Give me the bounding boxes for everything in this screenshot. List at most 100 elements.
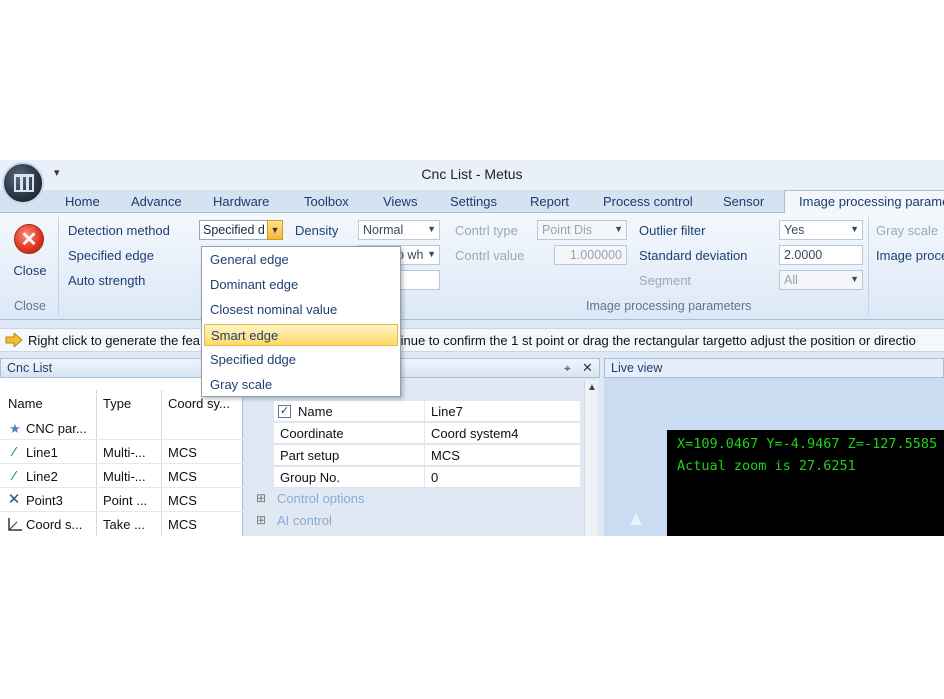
scroll-up-icon[interactable]: ▲	[587, 382, 597, 393]
group-ai-control[interactable]: AI control	[277, 513, 332, 528]
tab-toolbox[interactable]: Toolbox	[304, 194, 349, 209]
row-type: Point ...	[103, 493, 148, 508]
row-name: Line2	[26, 469, 58, 484]
chevron-down-icon: ▼	[614, 224, 623, 234]
segment-label: Segment	[639, 273, 692, 288]
row-divider	[0, 511, 243, 512]
hint-text-right: tinue to confirm the 1 st point or drag …	[397, 333, 916, 348]
arrow-right-icon	[5, 333, 23, 347]
detection-method-label: Detection method	[68, 223, 170, 238]
property-label-name: Name	[298, 404, 333, 419]
row-name: Line1	[26, 445, 58, 460]
specified-edge-label: Specified edge	[68, 248, 155, 263]
property-value-part-setup[interactable]: MCS	[425, 445, 580, 466]
row-divider	[0, 463, 243, 464]
row-coord: MCS	[168, 517, 197, 532]
ribbon-panel: ✕ Close Close Detection method Specified…	[0, 213, 944, 320]
row-name: Coord s...	[26, 517, 83, 532]
row-coord: MCS	[168, 445, 197, 460]
density-value: Normal	[363, 223, 404, 237]
pin-icon[interactable]: ⌖	[564, 361, 571, 376]
close-icon[interactable]: ✕	[582, 360, 593, 376]
dropdown-item-general-edge[interactable]: General edge	[204, 249, 398, 271]
tab-image-processing-parameters[interactable]: Image processing parame	[784, 190, 944, 214]
triangle-up-icon[interactable]: ▲	[626, 508, 646, 531]
close-button[interactable]: ✕ Close	[8, 221, 52, 287]
dropdown-item-gray-scale[interactable]: Gray scale	[204, 374, 398, 396]
tab-report[interactable]: Report	[530, 194, 569, 209]
row-type: Multi-...	[103, 445, 146, 460]
property-label-group-no: Group No.	[274, 467, 424, 488]
group-separator	[58, 217, 59, 315]
column-header-coord[interactable]: Coord sy...	[168, 396, 242, 411]
coord-system-icon	[8, 518, 22, 531]
column-header-name[interactable]: Name	[8, 396, 43, 411]
live-camera-view[interactable]: X=109.0467 Y=-4.9467 Z=-127.5585 Actual …	[667, 430, 944, 536]
property-value-group-no[interactable]: 0	[425, 467, 580, 488]
tab-process-control[interactable]: Process control	[603, 194, 693, 209]
contrl-type-value: Point Dis	[542, 223, 593, 237]
point-icon: ✕	[7, 491, 21, 508]
dropdown-item-dominant-edge[interactable]: Dominant edge	[204, 274, 398, 296]
segment-value: All	[784, 273, 798, 287]
star-icon: ★	[9, 421, 21, 436]
contrl-value-label: Contrl value	[455, 248, 525, 263]
group-separator	[868, 217, 869, 315]
row-name: CNC par...	[26, 421, 87, 436]
density-select[interactable]: Normal ▼	[358, 220, 440, 240]
row-divider	[0, 439, 243, 440]
standard-deviation-label: Standard deviation	[639, 248, 748, 263]
expand-icon[interactable]: ⊞	[256, 491, 266, 505]
segment-select[interactable]: All ▼	[779, 270, 863, 290]
property-value-coordinate[interactable]: Coord system4	[425, 423, 580, 444]
tab-home[interactable]: Home	[65, 194, 100, 209]
row-type: Take ...	[103, 517, 145, 532]
line-icon: ⁄	[12, 444, 16, 459]
column-header-type[interactable]: Type	[103, 396, 131, 411]
gray-scale-label: Gray scale	[876, 223, 939, 238]
tab-hardware[interactable]: Hardware	[213, 194, 269, 209]
application-window: ▾ Cnc List - Metus Home Advance Hardware…	[0, 160, 944, 536]
group-control-options[interactable]: Control options	[277, 491, 364, 506]
outlier-filter-select[interactable]: Yes ▼	[779, 220, 863, 240]
chevron-down-icon: ▼	[427, 249, 436, 259]
properties-scrollbar[interactable]: ▲	[584, 380, 598, 536]
standard-deviation-input[interactable]: 2.0000	[779, 245, 863, 265]
dropdown-item-closest-nominal-value[interactable]: Closest nominal value	[204, 299, 398, 321]
dropdown-item-specified-ddge[interactable]: Specified ddge	[204, 349, 398, 371]
contrl-type-select[interactable]: Point Dis ▼	[537, 220, 627, 240]
tab-advance[interactable]: Advance	[131, 194, 182, 209]
name-checkbox[interactable]: ✓	[278, 405, 291, 418]
row-coord: MCS	[168, 469, 197, 484]
detection-method-dropdown: General edge Dominant edge Closest nomin…	[201, 246, 401, 397]
tab-views[interactable]: Views	[383, 194, 417, 209]
tab-sensor[interactable]: Sensor	[723, 194, 764, 209]
chevron-down-icon: ▼	[427, 224, 436, 234]
row-type: Multi-...	[103, 469, 146, 484]
close-button-label: Close	[13, 263, 47, 278]
property-value-name[interactable]: Line7	[425, 401, 580, 422]
expand-icon[interactable]: ⊞	[256, 513, 266, 527]
auto-strength-label: Auto strength	[68, 273, 146, 288]
live-view-pane: Live view ▲ X=109.0467 Y=-4.9467 Z=-127.…	[604, 358, 944, 536]
live-view-title: Live view	[604, 358, 944, 378]
ribbon-tabs: Home Advance Hardware Toolbox Views Sett…	[0, 190, 944, 214]
tab-settings[interactable]: Settings	[450, 194, 497, 209]
property-label-part-setup: Part setup	[274, 445, 424, 466]
row-coord: MCS	[168, 493, 197, 508]
chevron-down-icon[interactable]: ▼	[267, 220, 283, 240]
line-icon: ⁄	[12, 468, 16, 483]
outlier-filter-value: Yes	[784, 223, 805, 237]
hint-bar: Right click to generate the fea tinue to…	[0, 328, 944, 352]
app-logo-icon[interactable]	[2, 162, 44, 204]
row-divider	[0, 487, 243, 488]
density-label: Density	[295, 223, 339, 238]
contrl-value-input[interactable]: 1.000000	[554, 245, 627, 265]
title-bar: ▾ Cnc List - Metus	[0, 160, 944, 190]
property-row-name: ✓ Name	[274, 401, 424, 422]
close-group-label: Close	[14, 299, 46, 313]
zoom-readout: Actual zoom is 27.6251	[677, 458, 856, 474]
close-icon: ✕	[14, 224, 44, 254]
dropdown-item-smart-edge[interactable]: Smart edge	[204, 324, 398, 346]
outlier-filter-label: Outlier filter	[639, 223, 706, 238]
